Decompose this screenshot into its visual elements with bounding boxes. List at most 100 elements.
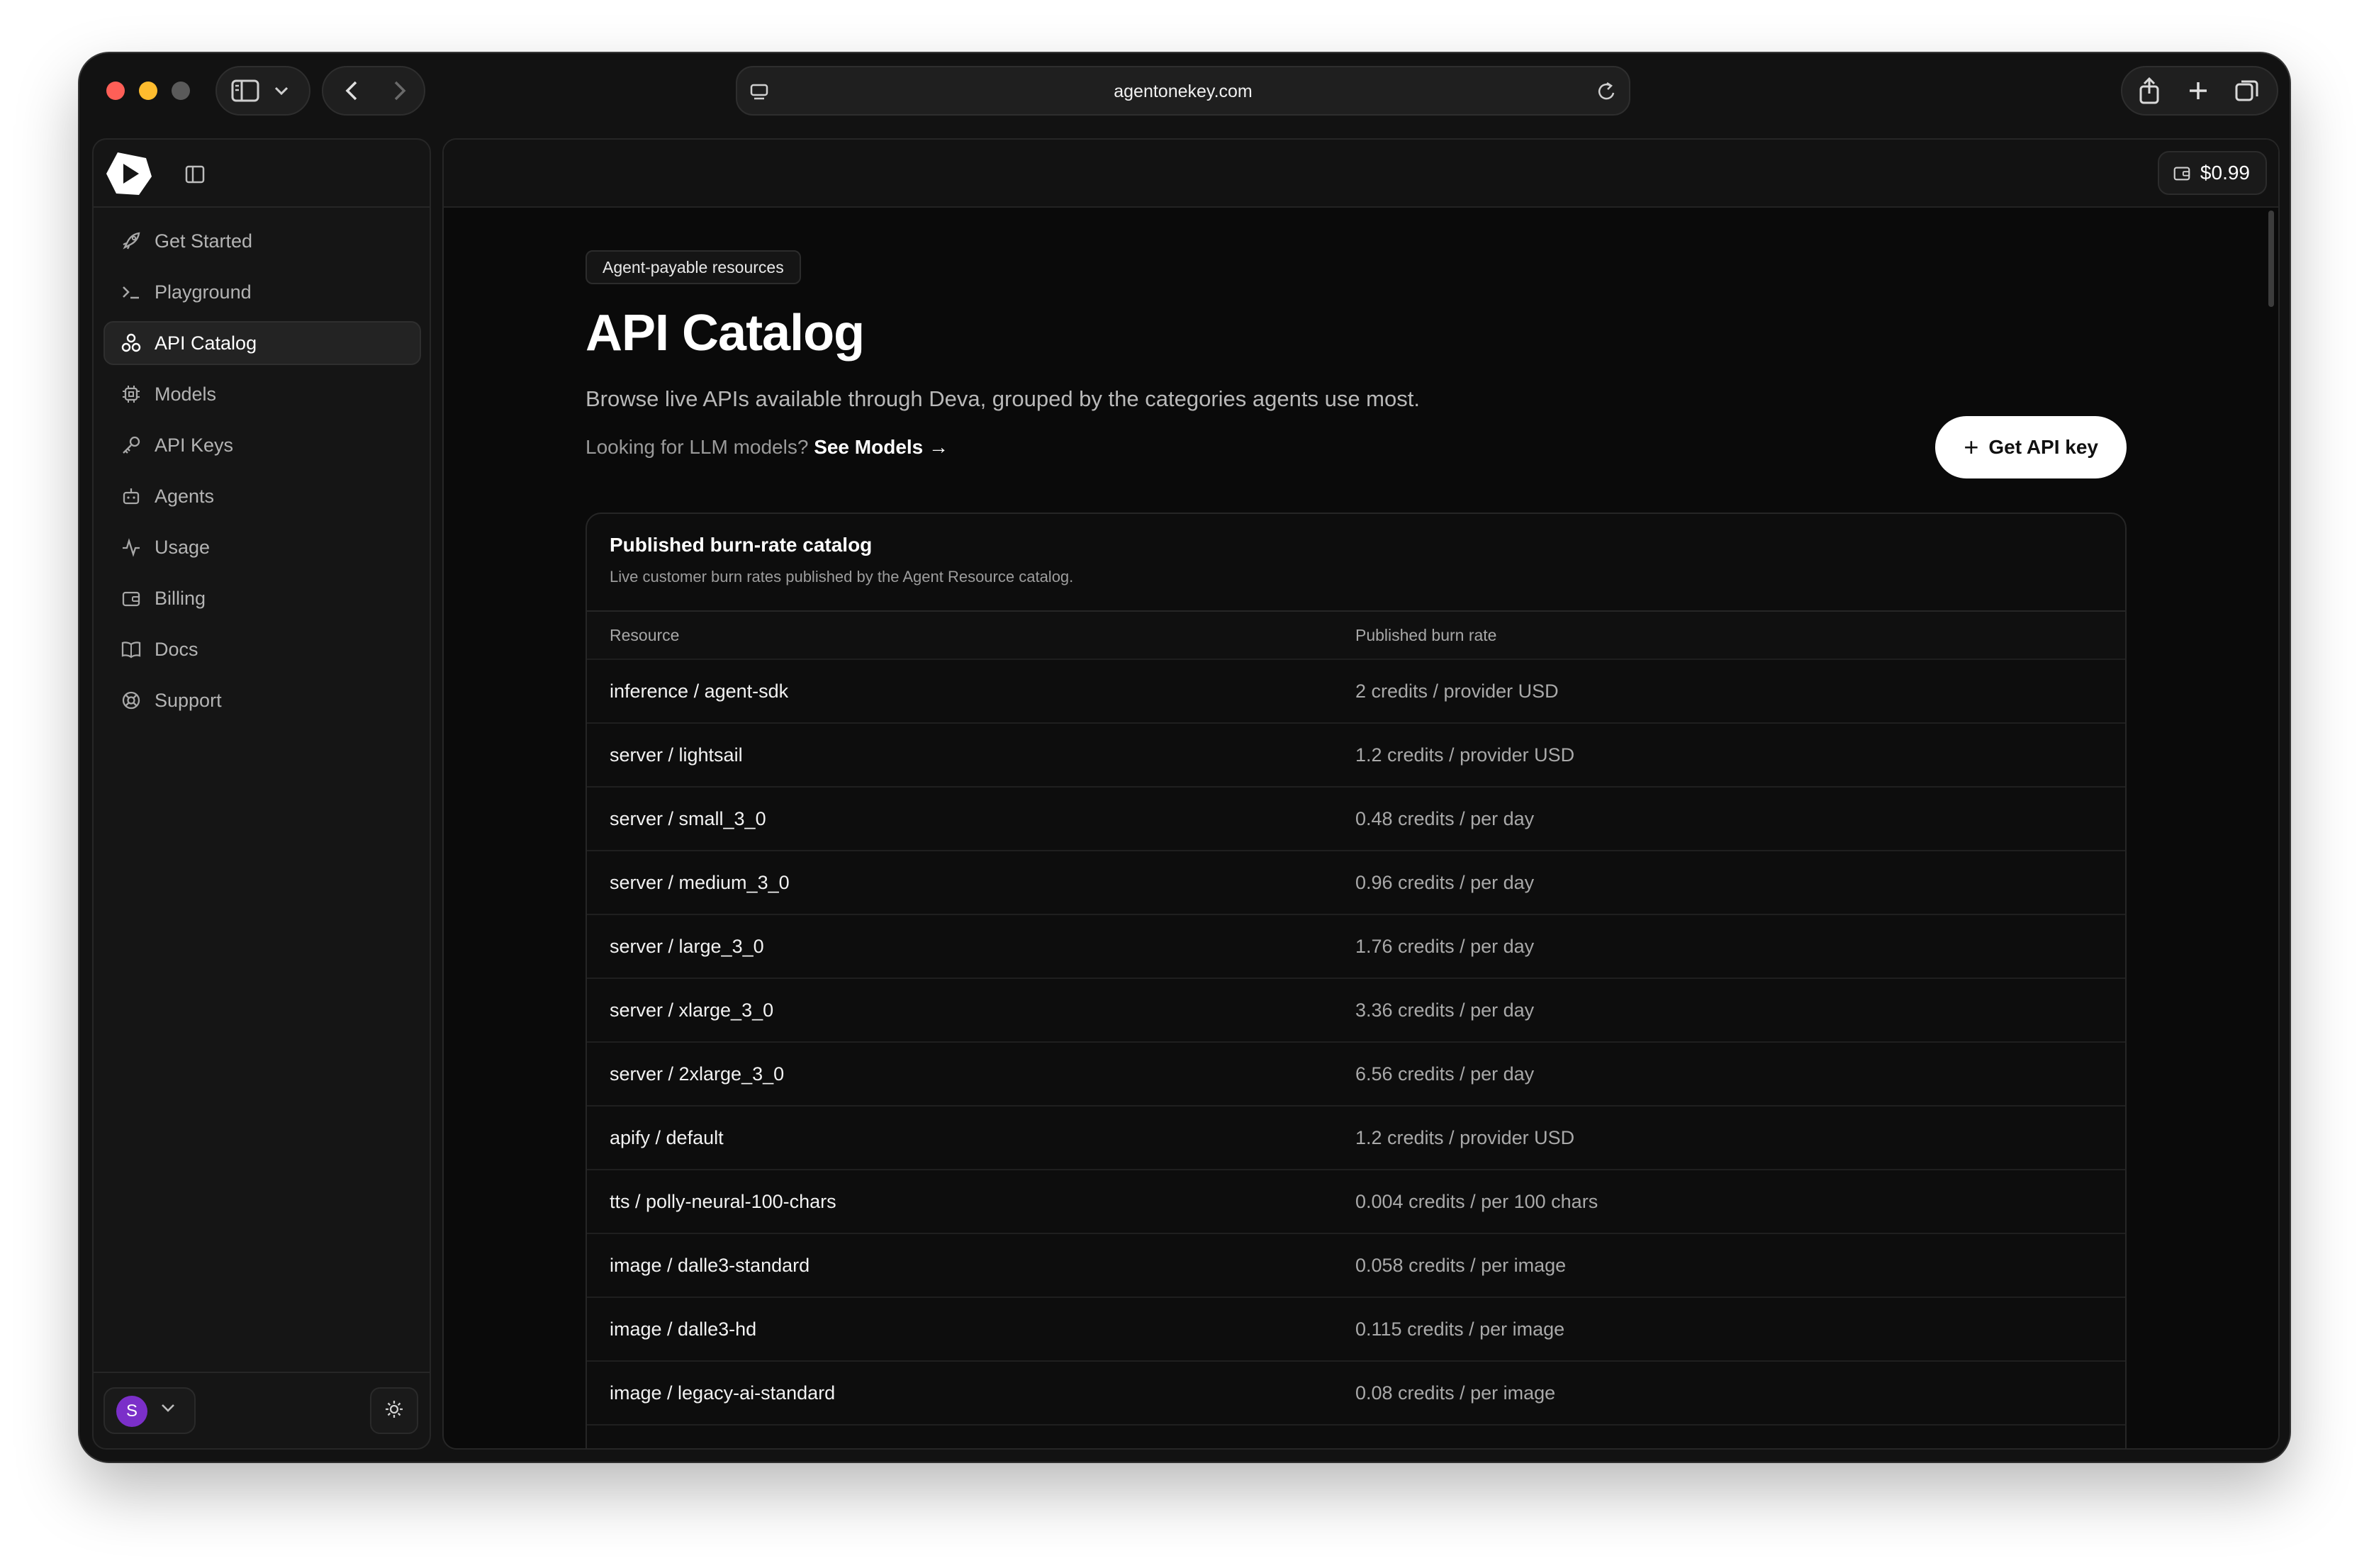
- new-tab-icon[interactable]: [2188, 80, 2209, 101]
- see-models-link[interactable]: See Models →: [814, 436, 948, 458]
- catalog-title: Published burn-rate catalog: [610, 534, 873, 556]
- resource-cell: inference / agent-sdk: [610, 680, 789, 702]
- minimize-window-button[interactable]: [139, 82, 157, 100]
- history-nav-group: [322, 66, 425, 116]
- url-text[interactable]: agentonekey.com: [737, 82, 1629, 102]
- table-row[interactable]: server / 2xlarge_3_0 6.56 credits / per d…: [587, 1043, 2125, 1107]
- table-row[interactable]: inference / agent-sdk 2 credits / provide…: [587, 660, 2125, 724]
- sidebar-icon[interactable]: [231, 79, 259, 103]
- resource-cell: server / medium_3_0: [610, 871, 790, 893]
- chip-icon: [119, 382, 143, 406]
- browser-actions-group: [2121, 66, 2278, 116]
- sidebar-item-get-started[interactable]: Get Started: [103, 219, 421, 263]
- balance-badge[interactable]: $0.99: [2157, 151, 2267, 195]
- table-row[interactable]: image / dalle3-standard 0.058 credits / p…: [587, 1234, 2125, 1298]
- share-icon[interactable]: [2138, 77, 2161, 105]
- resource-cell: apify / default: [610, 1126, 724, 1148]
- reload-icon[interactable]: [1596, 80, 1618, 106]
- sidebar-item-billing[interactable]: Billing: [103, 576, 421, 620]
- rocket-icon: [119, 229, 143, 253]
- balance-amount: $0.99: [2200, 162, 2250, 184]
- table-row[interactable]: server / medium_3_0 0.96 credits / per da…: [587, 851, 2125, 915]
- sidebar: Get Started Playground API Catalog Model…: [92, 138, 431, 1450]
- key-icon: [119, 433, 143, 457]
- rate-cell: 0.115 credits / per image: [1355, 1318, 1565, 1340]
- resource-cell: server / 2xlarge_3_0: [610, 1063, 785, 1085]
- sidebar-item-label: Models: [155, 383, 217, 405]
- book-icon: [119, 637, 143, 661]
- column-header-burn-rate: Published burn rate: [1355, 625, 1497, 644]
- rate-cell: 0.48 credits / per day: [1355, 807, 1535, 829]
- sidebar-item-api-catalog[interactable]: API Catalog: [103, 321, 421, 365]
- table-row[interactable]: server / xlarge_3_0 3.36 credits / per da…: [587, 979, 2125, 1043]
- sidebar-item-label: Docs: [155, 638, 198, 660]
- table-row[interactable]: tts / polly-neural-100-chars 0.004 credit…: [587, 1170, 2125, 1234]
- sidebar-item-models[interactable]: Models: [103, 372, 421, 416]
- main-header: $0.99: [444, 140, 2278, 208]
- browser-window: agentonekey.com Get Started Playground A…: [79, 53, 2290, 1462]
- forward-arrow-icon[interactable]: [393, 80, 407, 101]
- rate-cell: 0.004 credits / per 100 chars: [1355, 1190, 1598, 1212]
- column-header-resource: Resource: [610, 625, 680, 644]
- chevron-down-icon[interactable]: [274, 86, 289, 96]
- tab-overview-icon[interactable]: [2234, 78, 2260, 103]
- network-icon: [119, 331, 143, 355]
- sidebar-header: [94, 140, 430, 208]
- sidebar-item-support[interactable]: Support: [103, 678, 421, 722]
- resource-cell: server / lightsail: [610, 744, 743, 766]
- sidebar-item-playground[interactable]: Playground: [103, 270, 421, 314]
- sidebar-item-label: Agents: [155, 485, 215, 507]
- resource-cell: image / dalle3-standard: [610, 1254, 810, 1276]
- resource-cell: server / large_3_0: [610, 935, 764, 957]
- theme-toggle-button[interactable]: [370, 1387, 418, 1434]
- resource-cell: server / small_3_0: [610, 807, 766, 829]
- terminal-icon: [119, 280, 143, 304]
- table-row[interactable]: server / large_3_0 1.76 credits / per day: [587, 915, 2125, 979]
- get-api-key-button[interactable]: + Get API key: [1935, 416, 2127, 478]
- rate-cell: 0.08 credits / per image: [1355, 1382, 1556, 1404]
- burn-rate-catalog-card: Published burn-rate catalog Live custome…: [586, 513, 2127, 1448]
- table-row[interactable]: image / dalle3-hd 0.115 credits / per ima…: [587, 1298, 2125, 1362]
- sidebar-item-label: API Catalog: [155, 332, 257, 354]
- get-api-key-label: Get API key: [1988, 436, 2098, 458]
- back-arrow-icon[interactable]: [345, 80, 359, 101]
- zoom-window-button[interactable]: [172, 82, 190, 100]
- resource-cell: image / dalle3-hd: [610, 1318, 757, 1340]
- sidebar-collapse-icon[interactable]: [184, 164, 206, 189]
- activity-icon: [119, 535, 143, 559]
- rate-cell: 3.36 credits / per day: [1355, 999, 1535, 1021]
- sidebar-item-label: Billing: [155, 587, 206, 609]
- address-bar[interactable]: agentonekey.com: [736, 66, 1630, 116]
- sidebar-footer: S: [94, 1372, 430, 1448]
- sidebar-item-api-keys[interactable]: API Keys: [103, 423, 421, 467]
- browser-titlebar: agentonekey.com: [79, 53, 2290, 137]
- table-row[interactable]: image / legacy-ai-standard 0.08 credits /…: [587, 1362, 2125, 1426]
- sidebar-toggle-group[interactable]: [215, 66, 310, 116]
- rate-cell: 6.56 credits / per day: [1355, 1063, 1535, 1085]
- close-window-button[interactable]: [106, 82, 125, 100]
- resource-cell: server / xlarge_3_0: [610, 999, 774, 1021]
- table-row[interactable]: server / lightsail 1.2 credits / provider…: [587, 724, 2125, 788]
- rate-cell: 2 credits / provider USD: [1355, 680, 1559, 702]
- avatar[interactable]: S: [116, 1396, 147, 1427]
- sidebar-item-label: API Keys: [155, 434, 234, 456]
- app-logo-icon[interactable]: [103, 148, 155, 203]
- sidebar-item-agents[interactable]: Agents: [103, 474, 421, 518]
- resource-cell: image / legacy-ai-standard: [610, 1382, 836, 1404]
- sidebar-item-usage[interactable]: Usage: [103, 525, 421, 569]
- resource-cell: tts / polly-neural-100-chars: [610, 1190, 836, 1212]
- models-hint: Looking for LLM models? See Models →: [586, 436, 2127, 459]
- page-title: API Catalog: [586, 305, 865, 362]
- user-menu-button[interactable]: S: [103, 1387, 196, 1434]
- sidebar-item-label: Get Started: [155, 230, 253, 252]
- wallet-icon: [119, 586, 143, 610]
- sidebar-item-label: Playground: [155, 281, 252, 303]
- eyebrow-badge: Agent-payable resources: [586, 250, 801, 284]
- bot-icon: [119, 484, 143, 508]
- page-scrollbar[interactable]: [2268, 211, 2274, 307]
- table-row[interactable]: server / small_3_0 0.48 credits / per day: [587, 788, 2125, 851]
- chevron-down-icon: [160, 1403, 176, 1416]
- main-panel: $0.99 Agent-payable resources API Catalo…: [442, 138, 2280, 1450]
- table-row[interactable]: apify / default 1.2 credits / provider US…: [587, 1107, 2125, 1170]
- sidebar-item-docs[interactable]: Docs: [103, 627, 421, 671]
